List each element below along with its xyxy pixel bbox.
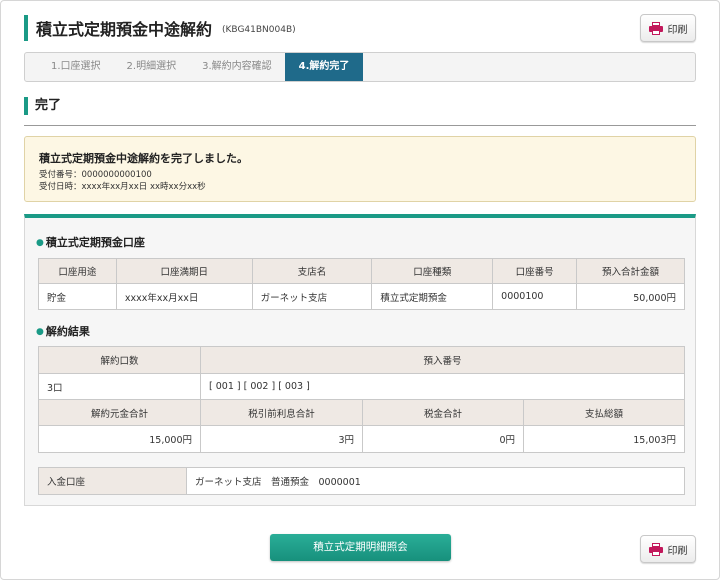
step-complete: 4.解約完了 — [284, 53, 364, 81]
header-payment: 支払総額 — [523, 399, 685, 426]
cell-principal: 15,000円 — [38, 425, 201, 453]
receipt-datetime: 受付日時：xxxx年xx月xx日 xx時xx分xx秒 — [39, 182, 206, 192]
print-button-top[interactable]: 印刷 — [640, 14, 696, 42]
header-usage: 口座用途 — [38, 258, 117, 284]
cell-deposit-numbers: [ 001 ] [ 002 ] [ 003 ] — [200, 373, 685, 400]
cell-total: 50,000円 — [576, 283, 685, 310]
section-title: 完了 — [24, 97, 696, 126]
account-header-row: 口座用途 口座満期日 支店名 口座種類 口座番号 預入合計金額 — [38, 258, 685, 284]
receipt-number: 受付番号：0000000000100 — [39, 170, 152, 180]
cell-number: 0000100 — [492, 283, 578, 310]
screen-code: (KBG41BN004B) — [222, 24, 296, 35]
step-confirm: 3.解約内容確認 — [202, 61, 272, 72]
header-branch: 支店名 — [251, 258, 373, 284]
deposit-account-table: 入金口座 ガーネット支店 普通預金 0000001 — [38, 467, 685, 495]
print-button-bottom[interactable]: 印刷 — [640, 535, 696, 563]
step-detail-select: 2.明細選択 — [126, 61, 177, 72]
header-tax: 税金合計 — [362, 399, 524, 426]
detail-inquiry-button[interactable]: 積立式定期明細照会 — [270, 534, 451, 561]
account-row: 貯金 xxxx年xx月xx日 ガーネット支店 積立式定期預金 0000100 5… — [38, 283, 685, 310]
print-label: 印刷 — [667, 24, 688, 36]
result-header-row-1: 解約口数 預入番号 — [38, 346, 685, 374]
header-principal: 解約元金合計 — [38, 399, 201, 426]
header-number: 口座番号 — [492, 258, 578, 284]
header-maturity: 口座満期日 — [115, 258, 253, 284]
cell-tax: 0円 — [362, 425, 524, 453]
print-label: 印刷 — [667, 545, 688, 557]
header-deposit-numbers: 預入番号 — [200, 346, 685, 374]
account-table: 口座用途 口座満期日 支店名 口座種類 口座番号 預入合計金額 貯金 xxxx年… — [38, 258, 685, 310]
cell-maturity: xxxx年xx月xx日 — [115, 283, 253, 310]
cell-pretax-interest: 3円 — [200, 425, 363, 453]
completion-message: 積立式定期預金中途解約を完了しました。 — [39, 152, 248, 165]
result-row-2: 15,000円 3円 0円 15,003円 — [38, 425, 685, 453]
account-heading: 積立式定期預金口座 — [36, 234, 145, 250]
completion-notice: 積立式定期預金中途解約を完了しました。 受付番号：0000000000100 受… — [24, 136, 696, 202]
deposit-account-label: 入金口座 — [38, 467, 187, 495]
header-type: 口座種類 — [371, 258, 494, 284]
result-panel: 積立式定期預金口座 口座用途 口座満期日 支店名 口座種類 口座番号 預入合計金… — [24, 214, 696, 506]
section-title-text: 完了 — [24, 97, 61, 115]
printer-icon — [648, 21, 663, 35]
result-table: 解約口数 預入番号 3口 [ 001 ] [ 002 ] [ 003 ] 解約元… — [38, 346, 685, 453]
deposit-account-row: 入金口座 ガーネット支店 普通預金 0000001 — [38, 467, 685, 495]
result-row-1: 3口 [ 001 ] [ 002 ] [ 003 ] — [38, 373, 685, 400]
header-pretax-interest: 税引前利息合計 — [200, 399, 363, 426]
progress-steps: 1.口座選択 2.明細選択 3.解約内容確認 4.解約完了 — [24, 52, 696, 82]
page-title: 積立式定期預金中途解約 — [36, 20, 213, 39]
result-heading: 解約結果 — [36, 323, 90, 339]
header-total: 預入合計金額 — [576, 258, 685, 284]
cell-type: 積立式定期預金 — [371, 283, 494, 310]
step-account-select: 1.口座選択 — [51, 61, 101, 72]
result-header-row-2: 解約元金合計 税引前利息合計 税金合計 支払総額 — [38, 399, 685, 426]
cell-cancel-count: 3口 — [38, 373, 201, 400]
cell-usage: 貯金 — [38, 283, 117, 310]
header-cancel-count: 解約口数 — [38, 346, 201, 374]
cell-branch: ガーネット支店 — [251, 283, 373, 310]
printer-icon — [648, 542, 663, 556]
cell-payment: 15,003円 — [523, 425, 685, 453]
deposit-account-value: ガーネット支店 普通預金 0000001 — [186, 467, 685, 495]
page-title-bar: 積立式定期預金中途解約 (KBG41BN004B) — [24, 15, 296, 41]
